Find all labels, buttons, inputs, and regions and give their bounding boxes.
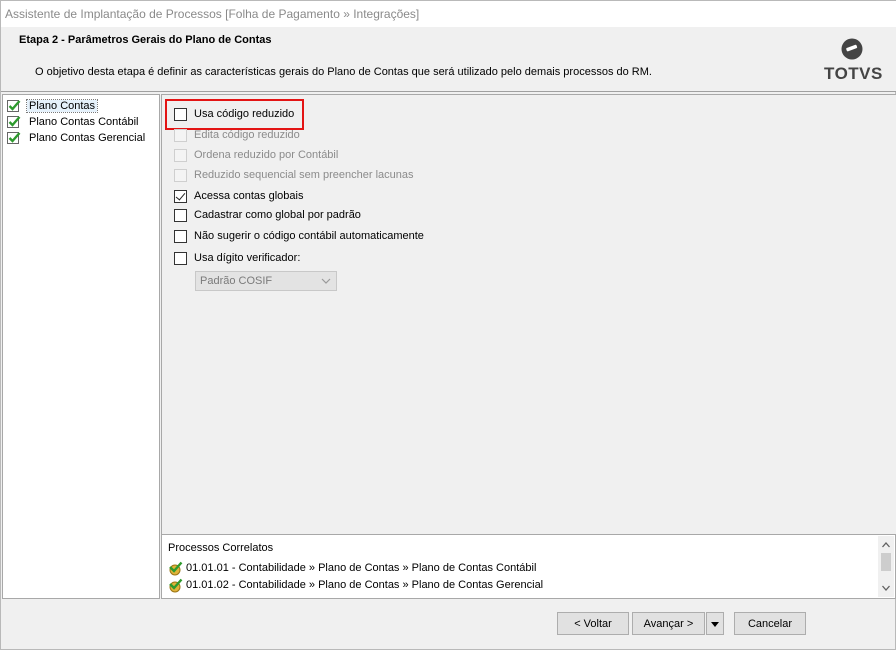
wizard-window: Assistente de Implantação de Processos [… [0,0,896,650]
totvs-logo-icon [841,38,863,60]
option-edita-codigo-reduzido[interactable]: Edita código reduzido [174,127,300,143]
next-button[interactable]: Avançar > [632,612,705,635]
title-bar: Assistente de Implantação de Processos [… [1,1,896,27]
tree-item-plano-contas-gerencial[interactable]: Plano Contas Gerencial [7,130,147,146]
option-label: Usa código reduzido [194,108,295,120]
related-processes-panel: Processos Correlatos 01.01.01 - Contabil… [161,534,896,599]
option-nao-sugerir-codigo[interactable]: Não sugerir o código contábil automatica… [174,228,424,244]
check-green-icon [7,100,21,112]
checkbox-checked[interactable] [174,189,187,203]
related-item-label: 01.01.01 - Contabilidade » Plano de Cont… [186,562,537,574]
options-panel: Usa código reduzido Edita código reduzid… [161,94,896,534]
process-check-icon [169,561,183,575]
wizard-header: Etapa 2 - Parâmetros Gerais do Plano de … [1,27,896,92]
scroll-down-icon[interactable] [881,583,891,593]
checkbox[interactable] [174,148,187,162]
tree-item-label: Plano Contas [25,99,99,113]
option-label: Cadastrar como global por padrão [194,209,361,221]
option-label: Reduzido sequencial sem preencher lacuna… [194,169,414,181]
option-reduzido-sequencial[interactable]: Reduzido sequencial sem preencher lacuna… [174,167,414,183]
select-value: Padrão COSIF [200,275,273,287]
cancel-button[interactable]: Cancelar [734,612,806,635]
scroll-thumb[interactable] [881,553,891,571]
totvs-logo: TOTVS [824,37,882,87]
related-title: Processos Correlatos [168,542,274,554]
tree-item-label: Plano Contas Contábil [29,116,139,128]
option-usa-codigo-reduzido[interactable]: Usa código reduzido [174,106,294,122]
option-acessa-contas-globais[interactable]: Acessa contas globais [174,188,303,204]
checkbox[interactable] [174,168,187,182]
step-tree: Plano Contas Plano Contas Contábil Plano… [2,94,160,599]
related-item[interactable]: 01.01.02 - Contabilidade » Plano de Cont… [168,577,543,593]
tree-item-label: Plano Contas Gerencial [29,132,146,144]
option-cadastrar-global[interactable]: Cadastrar como global por padrão [174,207,361,223]
chevron-down-icon [321,278,331,284]
option-label: Ordena reduzido por Contábil [194,149,339,161]
cancel-button-label: Cancelar [747,617,793,630]
checkbox[interactable] [174,128,187,142]
checkbox[interactable] [174,229,187,243]
option-label: Não sugerir o código contábil automatica… [194,230,424,242]
checkbox[interactable] [174,251,187,265]
related-item[interactable]: 01.01.01 - Contabilidade » Plano de Cont… [168,560,536,576]
option-label: Edita código reduzido [194,129,300,141]
window-title: Assistente de Implantação de Processos [… [5,7,420,21]
step-description: O objetivo desta etapa é definir as cara… [35,66,652,78]
option-label: Acessa contas globais [194,190,304,202]
next-button-label: Avançar > [643,617,694,630]
step-title: Etapa 2 - Parâmetros Gerais do Plano de … [19,34,272,46]
process-check-icon [169,578,183,592]
next-dropdown-button[interactable] [706,612,724,635]
checkbox[interactable] [174,107,187,121]
checkbox[interactable] [174,208,187,222]
vertical-scrollbar[interactable] [878,536,894,597]
back-button[interactable]: < Voltar [557,612,629,635]
scroll-up-icon[interactable] [881,540,891,550]
related-item-label: 01.01.02 - Contabilidade » Plano de Cont… [186,579,544,591]
logo-text: TOTVS [824,64,883,83]
option-usa-digito-verificador[interactable]: Usa dígito verificador: [174,250,300,266]
option-label: Usa dígito verificador: [194,252,301,264]
check-green-icon [7,132,21,144]
tree-item-plano-contas[interactable]: Plano Contas [7,98,99,114]
caret-down-icon [711,621,719,627]
tree-item-plano-contas-contabil[interactable]: Plano Contas Contábil [7,114,140,130]
verifier-select[interactable]: Padrão COSIF [195,271,337,291]
back-button-label: < Voltar [574,617,612,630]
check-green-icon [7,116,21,128]
option-ordena-reduzido[interactable]: Ordena reduzido por Contábil [174,147,338,163]
